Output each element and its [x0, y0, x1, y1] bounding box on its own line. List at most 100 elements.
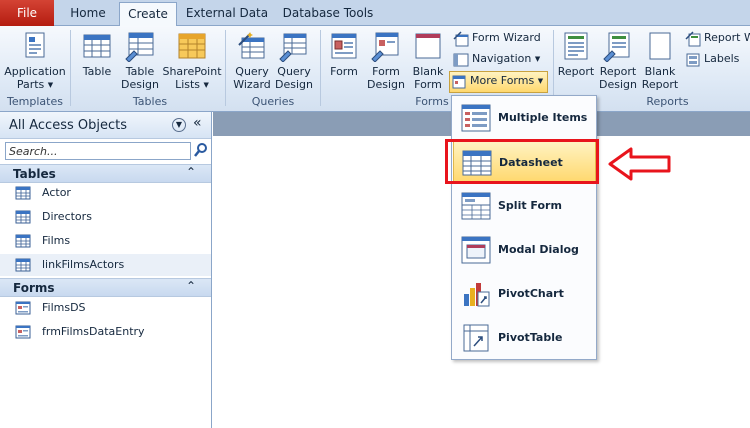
nav-item-label: Films — [42, 234, 71, 247]
table-label: Table — [82, 65, 112, 78]
menu-item-pivotchart[interactable]: PivotChart — [453, 273, 596, 315]
form-wizard-label: Form Wizard — [472, 31, 541, 44]
labels-label: Labels — [704, 52, 740, 65]
nav-pane-title: All Access Objects — [9, 118, 127, 133]
query-design-label-1: Query — [277, 65, 311, 78]
search-input[interactable] — [6, 143, 186, 159]
query-design-icon — [279, 33, 307, 62]
nav-item-label: FilmsDS — [42, 301, 86, 314]
report-design-button[interactable]: Report Design — [598, 30, 638, 91]
nav-category-forms[interactable]: Forms ⌃ — [0, 278, 211, 297]
dropdown-arrow-icon: ▼ — [47, 81, 54, 89]
query-design-button[interactable]: Query Design — [274, 30, 314, 91]
form-label: Form — [330, 65, 358, 78]
nav-item-table[interactable]: Films — [0, 230, 211, 252]
more-forms-icon — [452, 75, 466, 89]
nav-category-tables[interactable]: Tables ⌃ — [0, 164, 211, 183]
more-forms-label: More Forms — [470, 74, 535, 87]
ribbon-tab-bar: File Home Create External Data Database … — [0, 0, 750, 27]
group-label-reports: Reports — [646, 95, 689, 108]
menu-item-modal-dialog[interactable]: Modal Dialog — [453, 229, 596, 271]
application-parts-label-1: Application — [4, 65, 66, 78]
labels-icon — [686, 53, 700, 67]
menu-item-label: PivotTable — [498, 331, 563, 344]
sharepoint-lists-label-2: Lists — [175, 78, 201, 91]
query-wizard-icon — [238, 32, 265, 59]
query-wizard-button[interactable]: Query Wizard — [231, 30, 273, 91]
collapse-pane-icon[interactable]: « — [193, 115, 202, 131]
application-parts-button[interactable]: Application Parts ▼ — [2, 30, 68, 92]
tab-database-tools[interactable]: Database Tools — [281, 2, 375, 26]
table-icon — [15, 210, 31, 224]
form-design-button[interactable]: Form Design — [366, 30, 406, 91]
pivotchart-icon — [464, 283, 490, 307]
chevron-down-icon[interactable]: ▼ — [172, 118, 186, 132]
menu-item-multiple-items[interactable]: Multiple Items — [453, 97, 596, 139]
blank-form-button[interactable]: Blank Form — [410, 30, 446, 91]
table-design-icon — [125, 32, 154, 62]
blank-report-button[interactable]: Blank Report — [640, 30, 680, 91]
nav-item-table[interactable]: Actor — [0, 182, 211, 204]
nav-item-form[interactable]: frmFilmsDataEntry — [0, 321, 211, 343]
blank-report-label-2: Report — [641, 78, 679, 91]
blank-report-icon — [649, 32, 671, 60]
nav-item-form[interactable]: FilmsDS — [0, 297, 211, 319]
query-wizard-label-1: Query — [235, 65, 269, 78]
form-icon — [15, 301, 31, 315]
tab-file[interactable]: File — [0, 0, 54, 26]
report-button[interactable]: Report — [556, 30, 596, 78]
table-button[interactable]: Table — [78, 30, 116, 78]
form-design-label-1: Form — [372, 65, 400, 78]
nav-pane-header[interactable]: All Access Objects ▼ « — [0, 112, 211, 139]
search-icon[interactable] — [193, 142, 209, 158]
group-separator — [70, 30, 71, 106]
menu-item-label: Modal Dialog — [498, 243, 579, 256]
report-design-icon — [603, 32, 630, 62]
menu-item-split-form[interactable]: Split Form — [453, 185, 596, 227]
report-design-label-1: Report — [599, 65, 637, 78]
form-design-icon — [371, 32, 399, 62]
nav-item-table[interactable]: Directors — [0, 206, 211, 228]
form-icon — [331, 33, 357, 59]
menu-item-label: PivotChart — [498, 287, 564, 300]
group-separator — [320, 30, 321, 106]
form-icon — [15, 325, 31, 339]
nav-category-label: Tables — [13, 167, 56, 181]
labels-button[interactable]: Labels — [684, 50, 739, 70]
ribbon: Application Parts ▼ Templates Table Tabl… — [0, 26, 750, 112]
tab-create[interactable]: Create — [119, 2, 177, 27]
chevron-up-icon[interactable]: ⌃ — [186, 279, 196, 293]
dropdown-arrow-icon: ▼ — [534, 55, 541, 63]
menu-item-label: Split Form — [498, 199, 562, 212]
table-design-button[interactable]: Table Design — [119, 30, 161, 91]
sharepoint-lists-button[interactable]: SharePoint Lists ▼ — [162, 30, 222, 92]
menu-item-label: Multiple Items — [498, 111, 588, 124]
report-design-label-2: Design — [599, 78, 637, 91]
table-design-label-1: Table — [125, 65, 155, 78]
form-button[interactable]: Form — [326, 30, 362, 78]
nav-item-table[interactable]: linkFilmsActors — [0, 254, 211, 276]
nav-item-label: frmFilmsDataEntry — [42, 325, 145, 338]
application-parts-icon — [25, 32, 45, 58]
highlight-box — [445, 139, 599, 184]
group-separator — [225, 30, 226, 106]
dropdown-arrow-icon: ▼ — [203, 81, 209, 89]
menu-item-pivottable[interactable]: PivotTable — [453, 317, 596, 359]
dropdown-arrow-icon: ▼ — [537, 77, 544, 85]
form-wizard-button[interactable]: Form Wizard — [452, 29, 541, 49]
nav-category-label: Forms — [13, 281, 55, 295]
table-icon — [15, 258, 31, 272]
blank-form-icon — [415, 33, 441, 59]
tab-external-data[interactable]: External Data — [184, 2, 270, 26]
report-wizard-button[interactable]: Report W — [684, 29, 750, 49]
navigation-button[interactable]: Navigation ▼ — [452, 50, 540, 70]
table-icon — [15, 234, 31, 248]
chevron-up-icon[interactable]: ⌃ — [186, 165, 196, 179]
nav-item-label: linkFilmsActors — [42, 258, 125, 271]
more-forms-button[interactable]: More Forms ▼ — [449, 71, 549, 93]
table-icon — [15, 186, 31, 200]
group-label-queries: Queries — [251, 95, 295, 108]
tab-home[interactable]: Home — [64, 2, 112, 26]
pivottable-icon — [463, 324, 489, 352]
navigation-pane: All Access Objects ▼ « Tables ⌃ Actor Di… — [0, 112, 212, 428]
